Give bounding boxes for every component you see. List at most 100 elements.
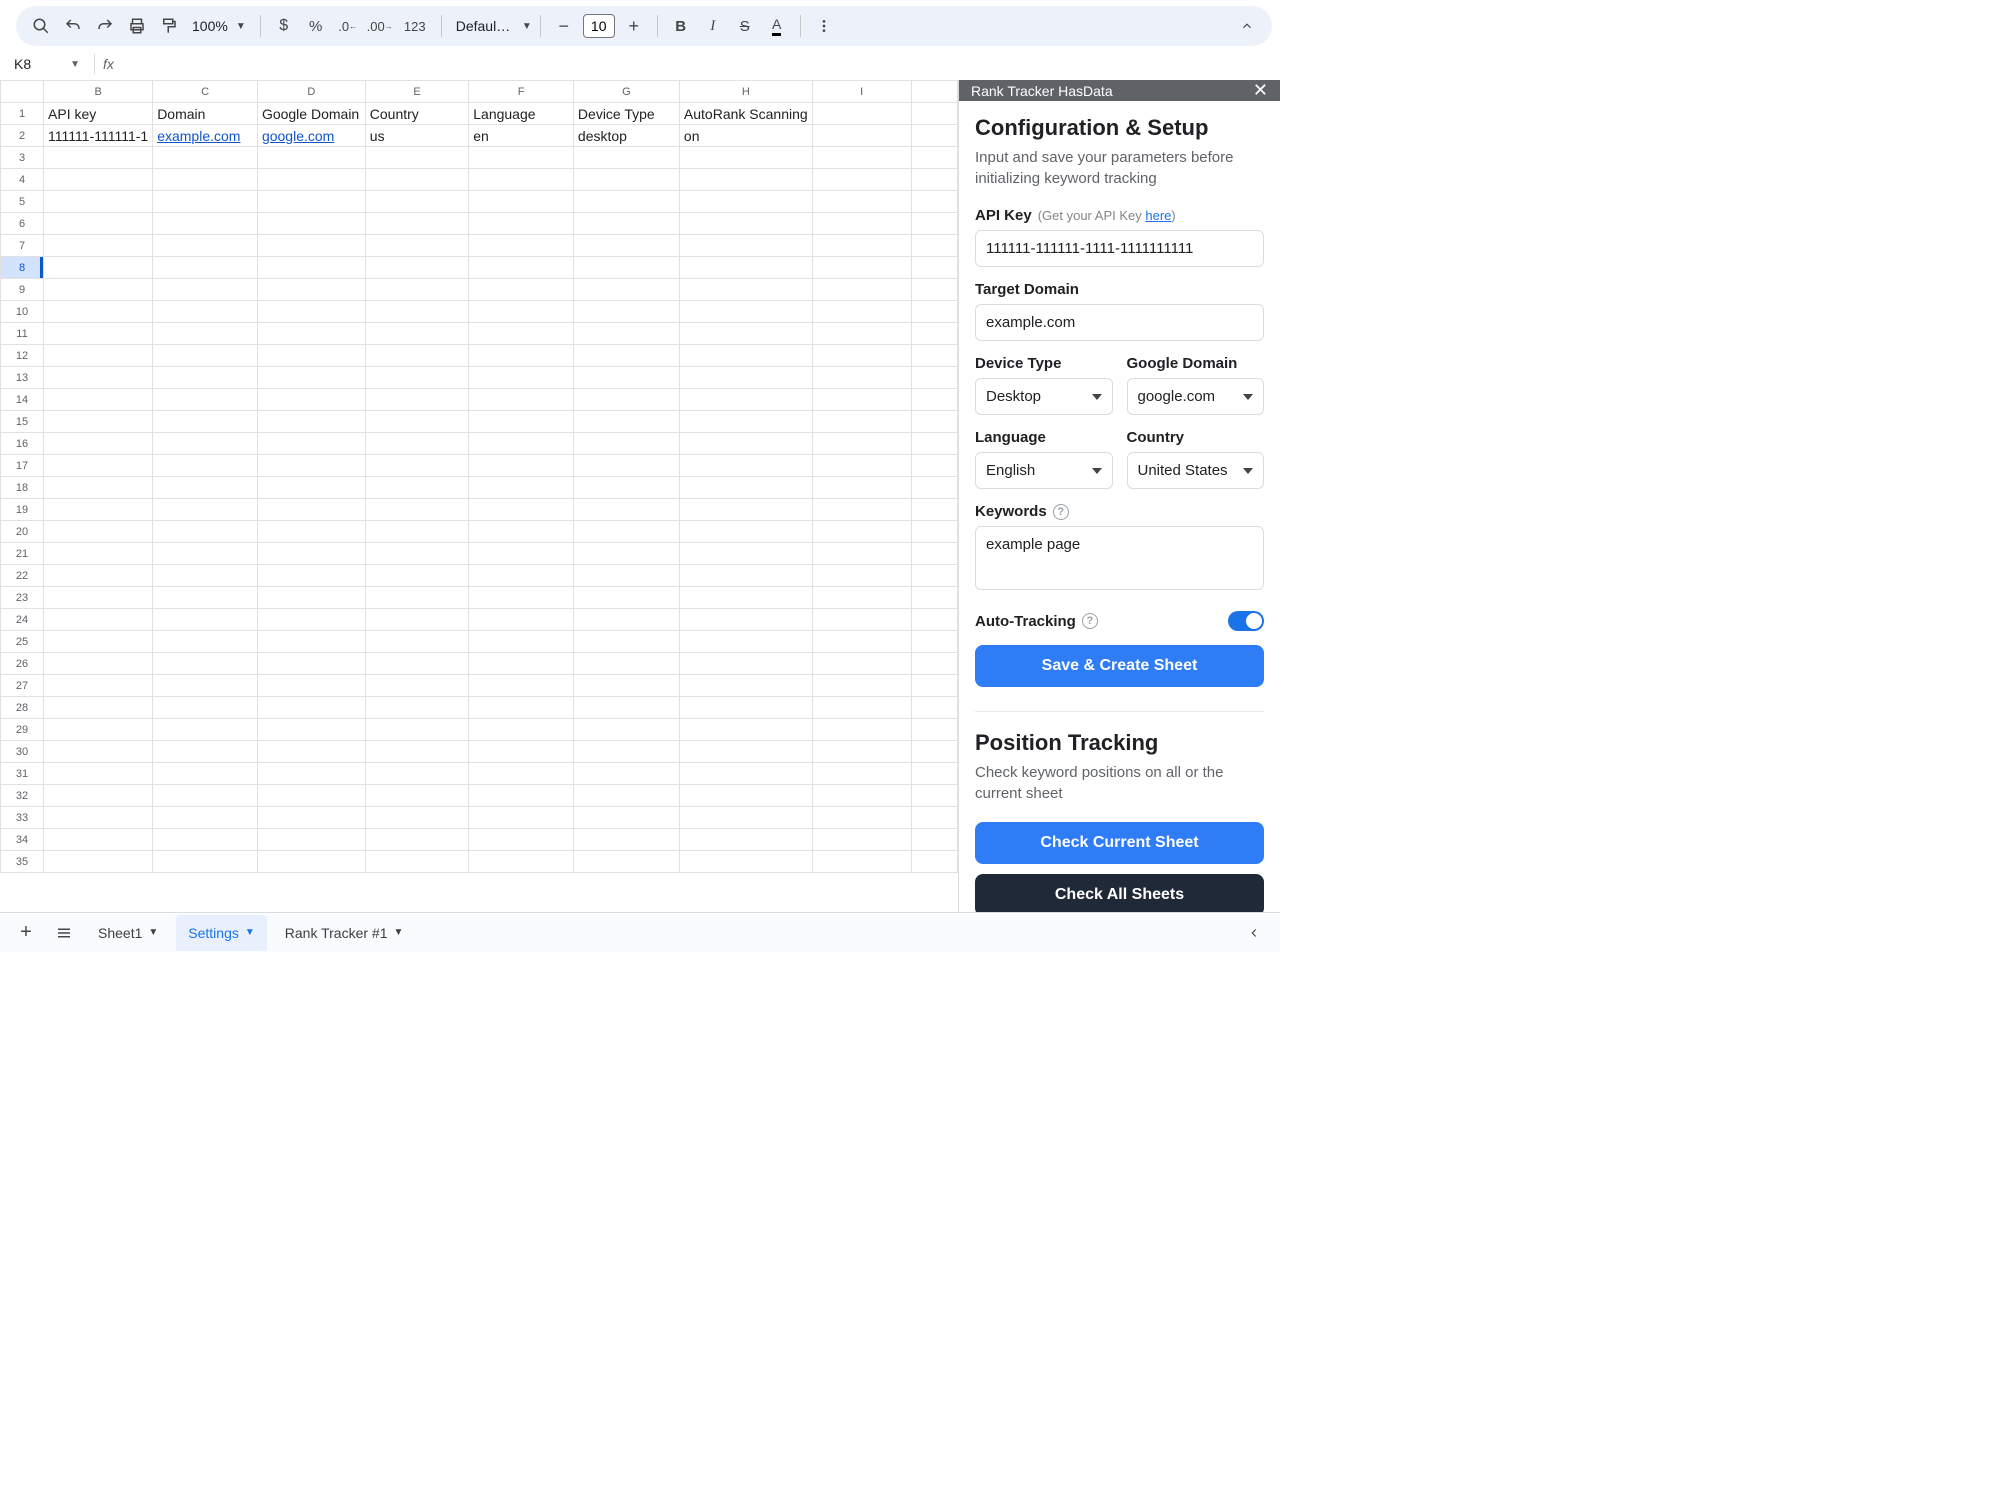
cell[interactable] [153,587,258,609]
cell[interactable] [365,807,468,829]
row-header[interactable]: 15 [1,411,44,433]
close-icon[interactable]: ✕ [1253,80,1268,101]
cell[interactable] [257,829,365,851]
cell[interactable]: en [469,125,574,147]
cell[interactable] [911,367,957,389]
cell[interactable] [911,389,957,411]
cell[interactable] [679,719,812,741]
increase-decimal-icon[interactable]: .00→ [365,11,395,41]
cell[interactable] [153,235,258,257]
cell[interactable] [573,235,679,257]
cell[interactable] [153,345,258,367]
cell[interactable] [365,785,468,807]
column-header[interactable]: F [469,81,574,103]
cell[interactable] [44,213,153,235]
cell[interactable] [573,477,679,499]
cell[interactable] [812,323,911,345]
cell[interactable] [911,521,957,543]
cell[interactable] [911,257,957,279]
cell[interactable] [812,697,911,719]
cell[interactable] [911,103,957,125]
cell[interactable] [679,279,812,301]
cell[interactable] [911,213,957,235]
cell[interactable] [911,829,957,851]
cell[interactable] [365,719,468,741]
cell[interactable] [812,675,911,697]
row-header[interactable]: 13 [1,367,44,389]
cell[interactable] [44,785,153,807]
cell[interactable] [44,257,153,279]
cell[interactable] [573,323,679,345]
cell[interactable] [365,279,468,301]
cell[interactable] [812,411,911,433]
cell[interactable] [812,763,911,785]
cell[interactable] [469,521,574,543]
cell[interactable] [365,521,468,543]
cell[interactable] [44,719,153,741]
cell[interactable] [812,785,911,807]
cell[interactable] [812,741,911,763]
cell[interactable] [153,169,258,191]
cell[interactable] [365,191,468,213]
cell[interactable] [679,389,812,411]
cell[interactable] [469,235,574,257]
side-panel-toggle-icon[interactable] [1238,917,1270,949]
cell[interactable] [573,191,679,213]
cell[interactable] [573,763,679,785]
cell[interactable] [153,829,258,851]
row-header[interactable]: 25 [1,631,44,653]
formula-input[interactable] [122,53,1272,75]
cell[interactable] [469,829,574,851]
cell[interactable]: google.com [257,125,365,147]
cell[interactable] [257,631,365,653]
help-icon[interactable]: ? [1053,504,1069,520]
more-formats-button[interactable]: 123 [397,11,433,41]
cell[interactable] [812,455,911,477]
cell[interactable] [911,323,957,345]
cell[interactable] [911,543,957,565]
cell[interactable] [469,609,574,631]
cell[interactable] [469,213,574,235]
cell[interactable] [679,763,812,785]
row-header[interactable]: 27 [1,675,44,697]
cell[interactable] [257,609,365,631]
cell[interactable] [679,477,812,499]
cell[interactable] [153,213,258,235]
tab-rank-tracker-1[interactable]: Rank Tracker #1▼ [273,915,416,951]
target-domain-input[interactable] [975,304,1264,341]
cell[interactable] [257,279,365,301]
row-header[interactable]: 31 [1,763,44,785]
row-header[interactable]: 24 [1,609,44,631]
cell[interactable] [257,345,365,367]
cell[interactable] [679,785,812,807]
cell[interactable] [153,565,258,587]
cell[interactable] [153,301,258,323]
cell[interactable] [153,543,258,565]
row-header[interactable]: 18 [1,477,44,499]
cell[interactable] [469,169,574,191]
cell[interactable] [44,499,153,521]
cell[interactable] [573,543,679,565]
cell[interactable] [573,499,679,521]
cell[interactable] [365,169,468,191]
redo-icon[interactable] [90,11,120,41]
row-header[interactable]: 21 [1,543,44,565]
cell[interactable] [469,631,574,653]
cell[interactable] [153,719,258,741]
cell[interactable] [812,499,911,521]
cell[interactable] [911,697,957,719]
cell[interactable] [469,367,574,389]
row-header[interactable]: 30 [1,741,44,763]
cell[interactable] [44,301,153,323]
cell[interactable] [679,851,812,873]
cell[interactable] [911,301,957,323]
cell[interactable] [44,675,153,697]
spreadsheet-grid[interactable]: BCDEFGHI1API keyDomainGoogle DomainCount… [0,80,958,912]
google-domain-select[interactable]: google.com [1127,378,1265,415]
cell[interactable] [365,543,468,565]
cell[interactable] [365,565,468,587]
cell[interactable] [257,675,365,697]
cell[interactable] [469,455,574,477]
cell[interactable] [44,323,153,345]
cell[interactable] [911,675,957,697]
